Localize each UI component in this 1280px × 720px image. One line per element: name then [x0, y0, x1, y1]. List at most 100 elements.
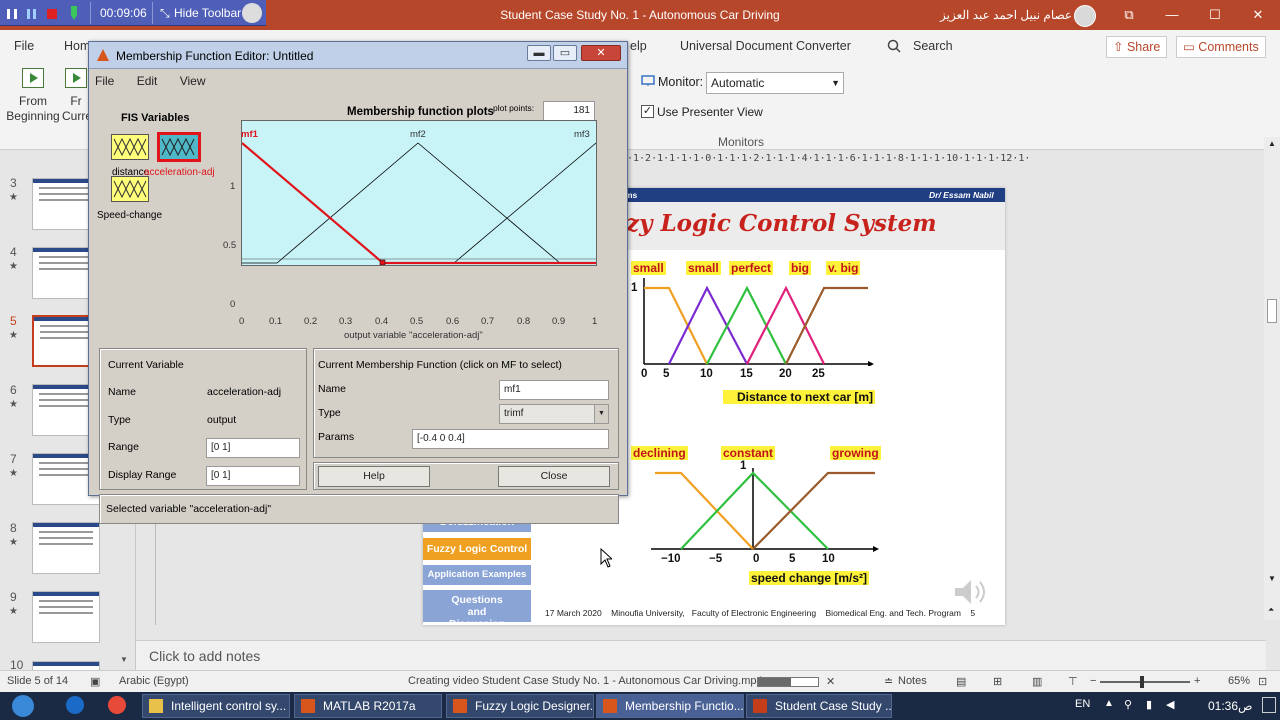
scroll-down-icon[interactable]: ▼ — [120, 655, 128, 664]
help-button[interactable]: Help — [318, 466, 430, 487]
hide-toolbar-button[interactable]: Hide Toolbar — [174, 4, 241, 22]
minimize-button[interactable]: — — [1157, 4, 1187, 26]
mf-params-input[interactable]: [-0.4 0 0.4] — [412, 429, 609, 449]
notes-placeholder[interactable]: Click to add notes — [149, 648, 260, 664]
display-range-input[interactable]: [0 1] — [206, 466, 300, 486]
mf2-curve[interactable] — [242, 142, 596, 264]
zoom-slider[interactable] — [1100, 681, 1190, 683]
mf-plot-svg — [241, 142, 597, 266]
signal-icon[interactable]: ▮ — [1146, 698, 1152, 711]
volume-icon[interactable]: ◀ — [1166, 698, 1174, 711]
mf-plot-area[interactable] — [241, 120, 597, 266]
thumb-slide-8[interactable] — [32, 522, 100, 574]
comments-label: Comments — [1198, 40, 1259, 54]
menu-edit[interactable]: Edit — [137, 74, 158, 88]
tab-help[interactable]: elp — [630, 39, 647, 53]
zoom-out-icon[interactable]: − — [1090, 675, 1096, 687]
slideshow-icon[interactable]: ⊤ — [1068, 675, 1078, 688]
close-button[interactable]: ✕ — [581, 45, 621, 61]
thumb-slide-9[interactable] — [32, 591, 100, 643]
from-beginning-button[interactable]: From Beginning — [6, 68, 60, 124]
menu-file[interactable]: File — [95, 74, 114, 88]
mf3-curve[interactable] — [453, 142, 597, 264]
taskbar-item-matlab[interactable]: MATLAB R2017a — [294, 694, 442, 718]
mf-type-select[interactable]: trimf ▼ — [499, 404, 609, 424]
ribbon-display-button[interactable]: ⧉ — [1114, 4, 1144, 26]
avatar[interactable] — [1074, 5, 1096, 27]
mf-label-constant: constant — [721, 446, 776, 460]
previous-slide-icon[interactable]: ⏶ — [1268, 605, 1274, 615]
zoom-slider-knob[interactable] — [1140, 676, 1144, 688]
zoom-in-icon[interactable]: + — [1194, 675, 1200, 687]
from-current-button[interactable]: Fr Curre — [62, 68, 90, 124]
notes-toggle[interactable]: Notes — [898, 675, 927, 687]
reading-view-icon[interactable]: ▥ — [1032, 675, 1042, 688]
search-icon[interactable] — [887, 39, 901, 56]
taskbar-item-explorer[interactable]: Intelligent control sy... — [142, 694, 290, 718]
mf-name-mf1[interactable]: mf1 — [241, 129, 258, 140]
taskbar-item-fuzzy-designer[interactable]: Fuzzy Logic Designer... — [446, 694, 594, 718]
fis-var-acceleration-adj[interactable] — [157, 132, 201, 162]
presenter-view-checkbox[interactable]: ✓ — [641, 105, 654, 118]
mf1-handle[interactable] — [379, 259, 386, 266]
chevron-down-icon[interactable]: ▼ — [594, 405, 608, 423]
plot-points-input[interactable]: 181 — [543, 101, 595, 121]
scroll-up-icon[interactable]: ▲ — [1268, 139, 1276, 148]
mf-name-input[interactable]: mf1 — [499, 380, 609, 400]
notes-pane[interactable]: Click to add notes — [136, 640, 1266, 670]
pause-icon[interactable] — [26, 7, 38, 19]
outlook-icon[interactable] — [66, 696, 84, 714]
slide-scrollbar[interactable]: ▲ ▼ ⏶ — [1264, 137, 1280, 620]
slide-sorter-icon[interactable]: ⊞ — [993, 675, 1002, 688]
draw-tool-icon[interactable] — [242, 3, 262, 23]
thumb-slide-10[interactable] — [32, 661, 100, 670]
chrome-icon[interactable] — [108, 696, 126, 714]
monitor-select[interactable]: Automatic ▼ — [706, 72, 844, 94]
input-language[interactable]: EN — [1075, 698, 1090, 710]
tab-file[interactable]: File — [14, 39, 34, 53]
network-icon[interactable]: ⚲ — [1124, 698, 1132, 711]
maximize-button[interactable]: ☐ — [1200, 4, 1230, 26]
scroll-down-icon[interactable]: ▼ — [1268, 574, 1276, 583]
show-hidden-icons[interactable]: ▲ — [1104, 698, 1114, 709]
close-button[interactable]: ✕ — [1243, 4, 1273, 26]
range-input[interactable]: [0 1] — [206, 438, 300, 458]
start-button-icon[interactable] — [12, 695, 34, 717]
marker-icon[interactable] — [68, 5, 80, 21]
side-menu-application-examples[interactable]: Application Examples — [423, 565, 531, 585]
mf-name-mf3[interactable]: mf3 — [574, 129, 590, 140]
mf-name-mf2[interactable]: mf2 — [410, 129, 426, 140]
spellcheck-icon[interactable]: ▣ — [90, 675, 100, 688]
fis-variables-label: FIS Variables — [121, 112, 190, 124]
minimize-button[interactable]: ▬ — [527, 45, 551, 61]
share-label: Share — [1126, 40, 1161, 54]
speaker-icon[interactable] — [951, 576, 991, 611]
menu-view[interactable]: View — [180, 74, 206, 88]
cancel-export-icon[interactable]: ✕ — [826, 675, 835, 688]
comments-button[interactable]: ▭ Comments — [1176, 36, 1266, 58]
scrollbar-thumb[interactable] — [1267, 299, 1277, 323]
menu-icon[interactable] — [6, 7, 18, 19]
normal-view-icon[interactable]: ▤ — [956, 675, 966, 688]
taskbar-item-powerpoint[interactable]: Student Case Study ... — [746, 694, 892, 718]
notes-icon[interactable]: ≐ — [884, 675, 893, 688]
fis-var-speed-change[interactable] — [111, 176, 149, 202]
stop-icon[interactable] — [46, 7, 58, 19]
fis-var-distance[interactable] — [111, 134, 149, 160]
side-menu-questions[interactable]: Questions and Discussion — [423, 590, 531, 625]
tab-home[interactable]: Hom — [64, 39, 90, 53]
fit-slide-icon[interactable]: ⊡ — [1258, 675, 1267, 688]
side-menu-fuzzy-logic-control[interactable]: Fuzzy Logic Control — [423, 538, 531, 560]
language-indicator[interactable]: Arabic (Egypt) — [119, 675, 189, 687]
mf1-curve[interactable] — [241, 142, 596, 265]
clock-time[interactable]: 01:36 — [1208, 699, 1238, 713]
notifications-icon[interactable] — [1262, 697, 1276, 713]
maximize-button[interactable]: ▭ — [553, 45, 577, 61]
search-box[interactable]: Search — [913, 39, 953, 53]
tab-udc[interactable]: Universal Document Converter — [680, 39, 851, 53]
taskbar-item-mf-editor[interactable]: Membership Functio... — [596, 694, 744, 718]
mf-editor-titlebar[interactable]: Membership Function Editor: Untitled ▬ ▭… — [89, 42, 627, 69]
close-mf-editor-button[interactable]: Close — [498, 466, 610, 487]
share-button[interactable]: ⇧ Share — [1106, 36, 1168, 58]
zoom-level[interactable]: 65% — [1228, 675, 1250, 687]
